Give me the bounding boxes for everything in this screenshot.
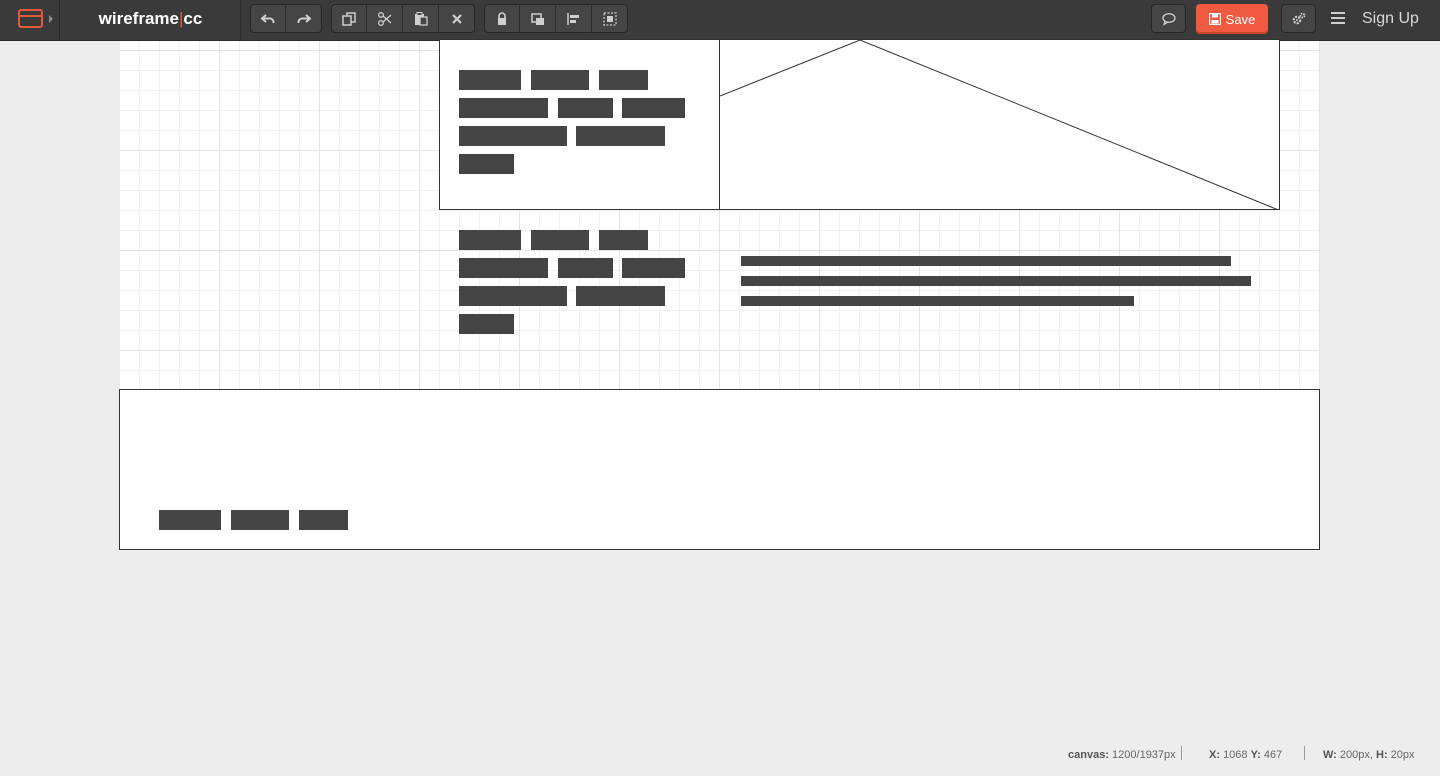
copy-button[interactable]: [331, 4, 367, 33]
wireframe-image-placeholder[interactable]: [719, 39, 1280, 210]
wireframe-word-block[interactable]: [459, 154, 514, 174]
wireframe-word-block[interactable]: [459, 70, 521, 90]
top-toolbar: wireframe|cc Save Sign Up: [0, 0, 1440, 41]
w-label: W:: [1323, 749, 1337, 761]
wireframe-word-block[interactable]: [159, 510, 221, 530]
edit-group: [331, 4, 475, 33]
close-icon: [452, 13, 462, 24]
wireframe-footer-box[interactable]: [119, 389, 1320, 550]
brand-left: wireframe: [98, 9, 179, 28]
undo-button[interactable]: [250, 4, 286, 33]
canvas-size-status: canvas: 1200/1937px: [1068, 748, 1176, 762]
sign-up-link[interactable]: Sign Up: [1362, 0, 1419, 38]
comment-button[interactable]: [1151, 4, 1186, 33]
align-left-icon: [566, 12, 579, 25]
wireframe-word-block[interactable]: [622, 98, 685, 118]
speech-bubble-icon: [1161, 12, 1176, 26]
caret-right-icon: [49, 15, 53, 23]
layer-button[interactable]: [520, 4, 556, 33]
paste-icon: [414, 11, 428, 26]
comment-group: [1151, 4, 1186, 33]
copy-icon: [341, 11, 356, 26]
wireframe-word-block[interactable]: [558, 258, 613, 278]
scissors-icon: [377, 11, 391, 26]
wireframe-word-block[interactable]: [459, 230, 521, 250]
wireframe-word-block[interactable]: [622, 258, 685, 278]
wireframe-word-block[interactable]: [459, 286, 567, 306]
settings-button[interactable]: [1281, 4, 1316, 33]
file-menu-button[interactable]: [0, 0, 60, 40]
wireframe-word-block[interactable]: [576, 286, 665, 306]
wireframe-word-block[interactable]: [299, 510, 348, 530]
align-button[interactable]: [556, 4, 592, 33]
layers-icon: [530, 12, 544, 25]
wireframe-word-block[interactable]: [531, 230, 589, 250]
redo-button[interactable]: [286, 4, 322, 33]
wireframe-text-line[interactable]: [741, 276, 1251, 286]
save-button[interactable]: Save: [1196, 4, 1268, 34]
selection-size-status: W: 200px, H: 20px: [1323, 748, 1415, 762]
status-divider: [1181, 746, 1182, 760]
brand-logo: wireframe|cc: [61, 0, 241, 40]
h-label: H:: [1376, 749, 1388, 761]
wireframe-word-block[interactable]: [576, 126, 665, 146]
wireframe-word-block[interactable]: [558, 98, 613, 118]
save-label: Save: [1225, 11, 1256, 27]
brand-right: cc: [183, 9, 203, 28]
lock-icon: [497, 11, 506, 25]
y-label: Y:: [1250, 749, 1261, 761]
window-icon: [18, 9, 43, 28]
group-icon: [603, 11, 617, 26]
floppy-disk-icon: [1208, 13, 1221, 25]
undo-icon: [259, 13, 274, 23]
gears-icon: [1292, 12, 1305, 24]
wireframe-word-block[interactable]: [459, 98, 548, 118]
w-value: 200px,: [1339, 749, 1373, 761]
wireframe-word-block[interactable]: [459, 126, 567, 146]
canvas-size-value: 1200/1937px: [1112, 749, 1176, 761]
wireframe-canvas[interactable]: [120, 39, 1320, 389]
hamburger-menu-icon[interactable]: [1331, 12, 1345, 24]
status-divider: [1304, 746, 1305, 760]
history-group: [250, 4, 322, 33]
cursor-position-status: X: 1068 Y: 467: [1209, 748, 1282, 762]
wireframe-text-line[interactable]: [741, 256, 1231, 266]
wireframe-word-block[interactable]: [459, 314, 514, 334]
wireframe-word-block[interactable]: [531, 70, 589, 90]
wireframe-word-block[interactable]: [231, 510, 289, 530]
wireframe-text-line[interactable]: [741, 296, 1134, 306]
wireframe-word-block[interactable]: [599, 70, 648, 90]
arrange-group: [484, 4, 628, 33]
lock-button[interactable]: [484, 4, 520, 33]
image-placeholder-lines: [720, 40, 1278, 209]
x-value: 1068: [1223, 749, 1248, 761]
x-label: X:: [1209, 749, 1220, 761]
delete-button[interactable]: [439, 4, 475, 33]
y-value: 467: [1263, 749, 1283, 761]
wireframe-text-box[interactable]: [439, 39, 720, 210]
wireframe-word-block[interactable]: [599, 230, 648, 250]
settings-group: [1281, 4, 1316, 33]
h-value: 20px: [1390, 749, 1415, 761]
redo-icon: [297, 13, 312, 23]
canvas-size-label: canvas:: [1068, 749, 1109, 761]
paste-button[interactable]: [403, 4, 439, 33]
wireframe-word-block[interactable]: [459, 258, 548, 278]
group-button[interactable]: [592, 4, 628, 33]
cut-button[interactable]: [367, 4, 403, 33]
